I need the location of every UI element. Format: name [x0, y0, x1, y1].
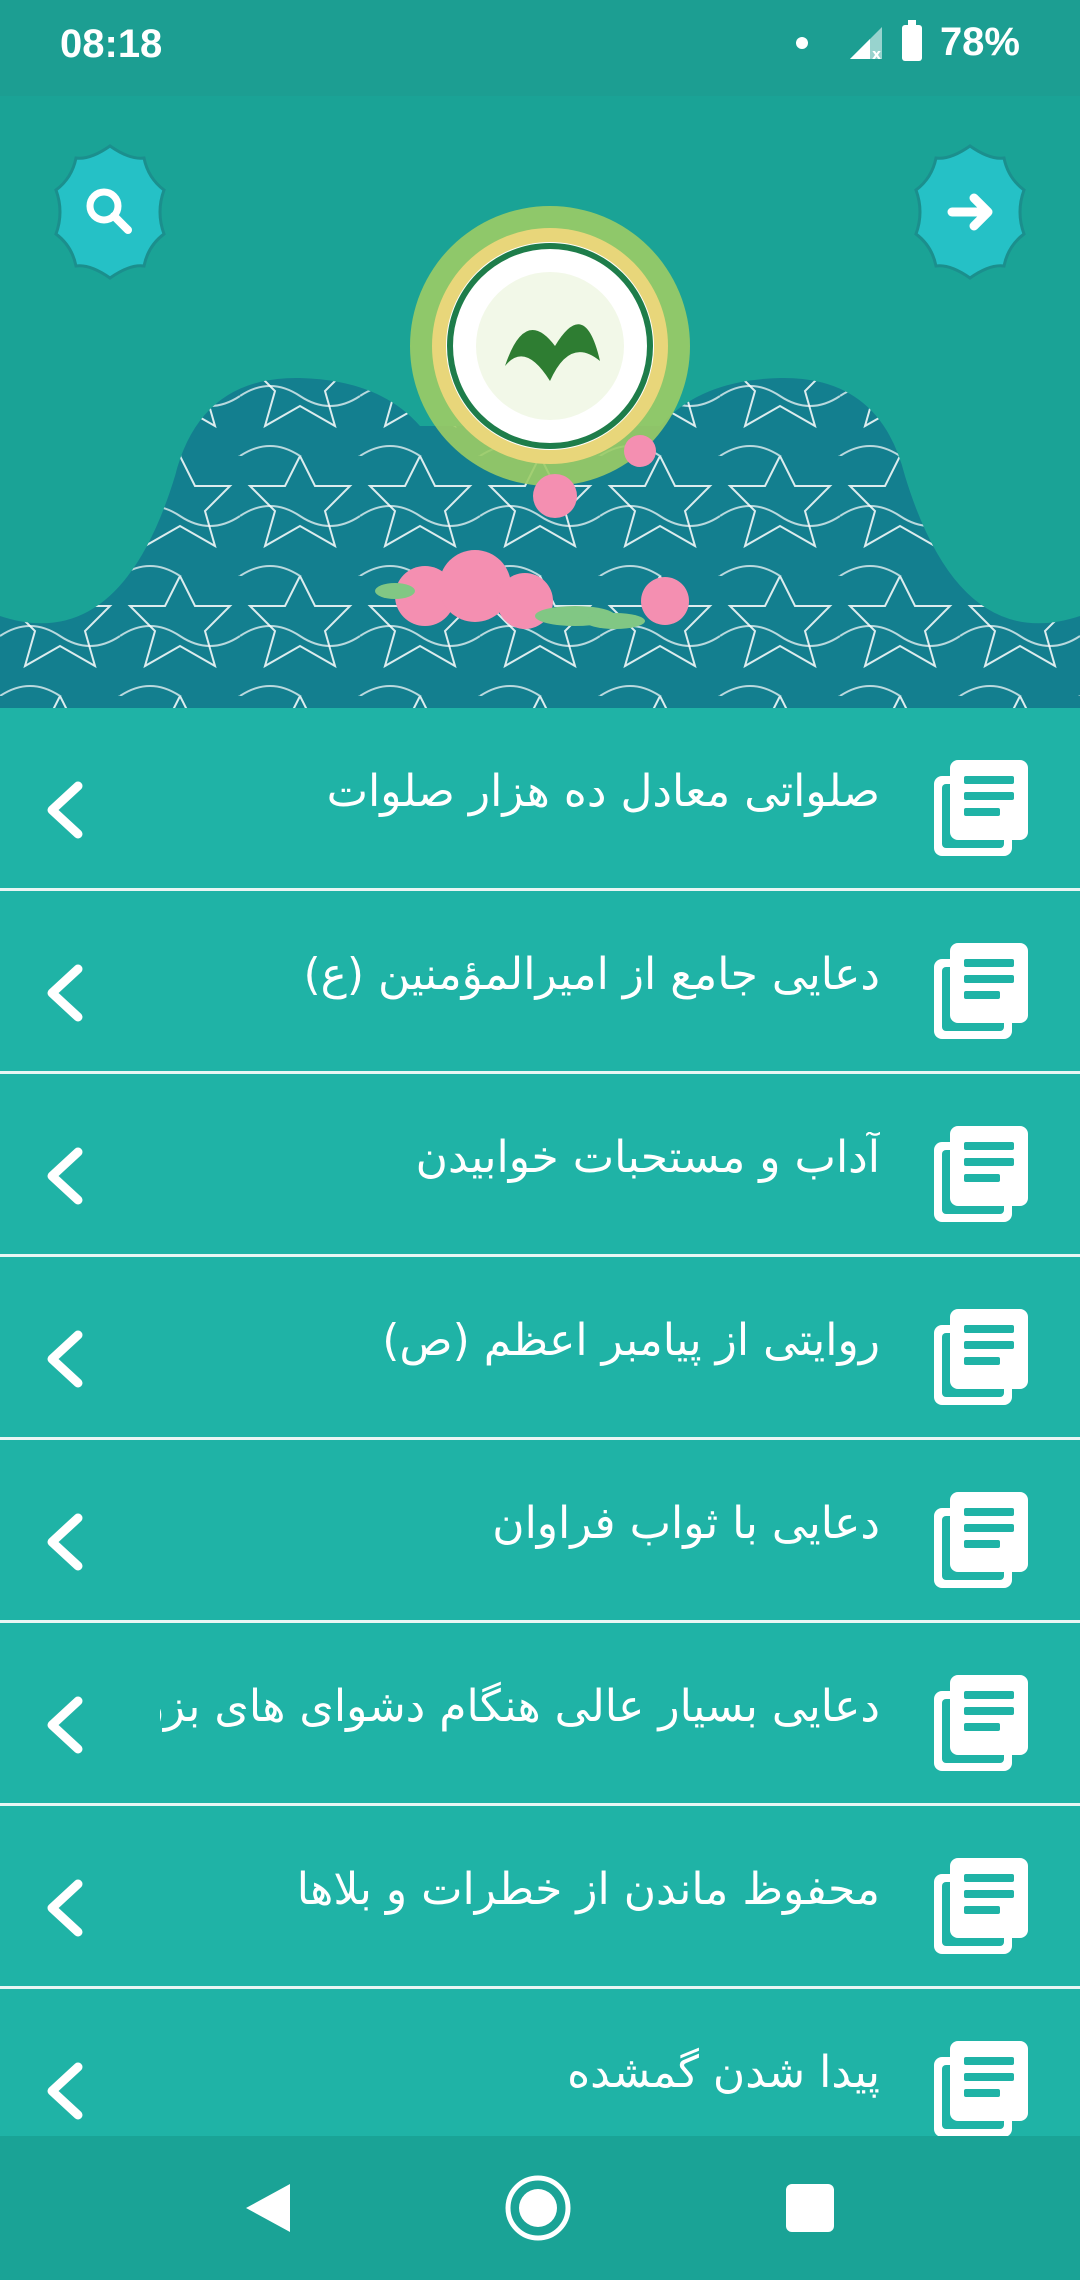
chevron-left-icon	[47, 1879, 83, 1937]
chevron-left-icon	[47, 781, 83, 839]
chevron-left-icon	[47, 964, 83, 1022]
document-stack-icon	[934, 943, 1028, 1039]
list-item-label: روایتی از پیامبر اعظم (ص)	[382, 1315, 880, 1366]
chevron-left-icon	[47, 2062, 83, 2120]
status-time: 08:18	[60, 22, 163, 66]
status-bar: 08:18 x 78%	[0, 0, 1080, 96]
signal-icon: x	[849, 26, 882, 61]
search-icon	[54, 144, 166, 280]
back-triangle-icon[interactable]	[240, 2180, 296, 2236]
list-item[interactable]: دعایی جامع از امیرالمؤمنین (ع)	[0, 891, 1080, 1074]
battery-level: 78%	[939, 20, 1020, 64]
list-item-label: صلواتی معادل ده هزار صلوات	[326, 766, 880, 817]
document-stack-icon	[934, 1675, 1028, 1771]
svg-text:x: x	[872, 47, 881, 61]
list-item[interactable]: صلواتی معادل ده هزار صلوات	[0, 708, 1080, 891]
document-stack-icon	[934, 760, 1028, 856]
header-banner	[0, 96, 1080, 708]
list-item[interactable]: آداب و مستحبات خوابیدن	[0, 1074, 1080, 1257]
list-item-label: دعایی بسیار عالی هنگام دشوای های بزرگ	[160, 1681, 880, 1732]
document-stack-icon	[934, 1858, 1028, 1954]
home-circle-icon[interactable]	[504, 2174, 572, 2242]
list-item[interactable]: پیدا شدن گمشده	[0, 1989, 1080, 2136]
chevron-left-icon	[47, 1330, 83, 1388]
list-item-label: دعایی با ثواب فراوان	[492, 1498, 880, 1549]
chevron-left-icon	[47, 1147, 83, 1205]
chevron-left-icon	[47, 1513, 83, 1571]
document-stack-icon	[934, 2041, 1028, 2136]
chevron-left-icon	[47, 1696, 83, 1754]
prayer-list: صلواتی معادل ده هزار صلوات دعایی جامع از…	[0, 708, 1080, 2136]
document-stack-icon	[934, 1492, 1028, 1588]
list-item[interactable]: محفوظ ماندن از خطرات و بلاها	[0, 1806, 1080, 1989]
arrow-right-icon	[914, 144, 1026, 280]
document-stack-icon	[934, 1126, 1028, 1222]
system-nav-bar	[0, 2136, 1080, 2280]
list-item[interactable]: روایتی از پیامبر اعظم (ص)	[0, 1257, 1080, 1440]
list-item-label: آداب و مستحبات خوابیدن	[415, 1132, 880, 1183]
notification-dot-icon	[795, 36, 808, 49]
document-stack-icon	[934, 1309, 1028, 1405]
calligraphy-emblem	[375, 206, 690, 629]
search-button[interactable]	[38, 140, 182, 284]
list-item[interactable]: دعایی بسیار عالی هنگام دشوای های بزرگ	[0, 1623, 1080, 1806]
battery-icon	[901, 19, 922, 61]
recent-square-icon[interactable]	[786, 2184, 834, 2232]
list-item-label: محفوظ ماندن از خطرات و بلاها	[296, 1864, 880, 1915]
forward-button[interactable]	[898, 140, 1042, 284]
list-item-label: دعایی جامع از امیرالمؤمنین (ع)	[303, 949, 880, 1000]
list-item-label: پیدا شدن گمشده	[567, 2047, 880, 2098]
list-item[interactable]: دعایی با ثواب فراوان	[0, 1440, 1080, 1623]
status-icons: x 78%	[795, 19, 1020, 65]
